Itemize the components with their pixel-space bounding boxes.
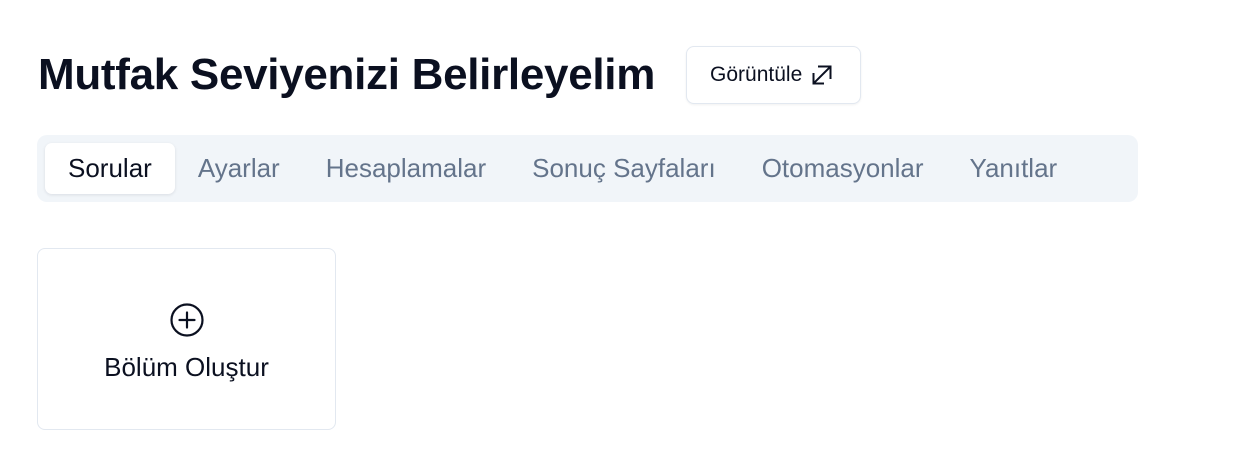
tab-bar: Sorular Ayarlar Hesaplamalar Sonuç Sayfa… [37,135,1138,202]
tab-settings[interactable]: Ayarlar [175,143,303,194]
page-header: Mutfak Seviyenizi Belirleyelim Görüntüle [38,45,862,105]
plus-circle-icon [169,302,205,338]
tab-automations[interactable]: Otomasyonlar [739,143,947,194]
external-link-icon [810,63,834,87]
create-section-card[interactable]: Bölüm Oluştur [37,248,336,430]
tab-calculations[interactable]: Hesaplamalar [303,143,509,194]
create-section-label: Bölüm Oluştur [104,351,269,382]
tab-responses[interactable]: Yanıtlar [947,143,1081,194]
view-button-label: Görüntüle [710,63,803,86]
tab-result-pages[interactable]: Sonuç Sayfaları [509,143,739,194]
page-title: Mutfak Seviyenizi Belirleyelim [38,50,656,99]
tab-questions[interactable]: Sorular [45,143,175,194]
view-button[interactable]: Görüntüle [686,46,862,104]
